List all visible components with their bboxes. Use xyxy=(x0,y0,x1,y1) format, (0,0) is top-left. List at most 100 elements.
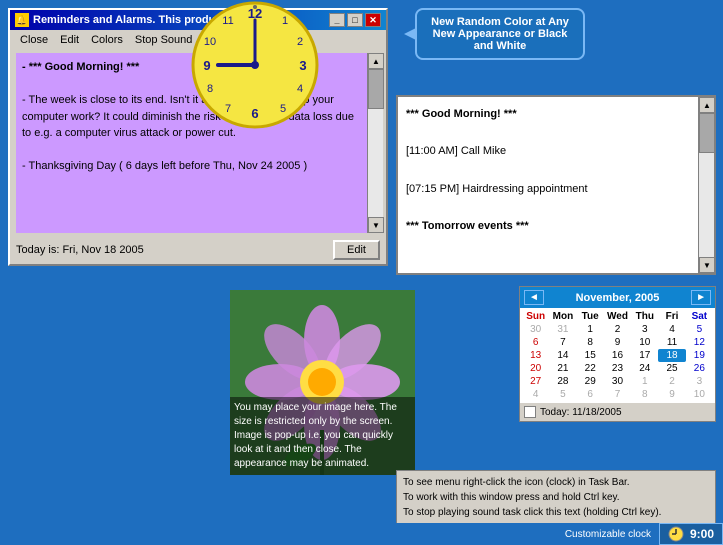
calendar: ◄ November, 2005 ► Sun Mon Tue Wed Thu F… xyxy=(519,286,716,422)
cal-day[interactable]: 21 xyxy=(549,362,576,375)
cal-day[interactable]: 5 xyxy=(686,323,713,336)
svg-text:1: 1 xyxy=(282,15,288,27)
cal-day[interactable]: 10 xyxy=(686,388,713,401)
tooltip-arrow xyxy=(404,28,416,40)
cal-day-headers: Sun Mon Tue Wed Thu Fri Sat xyxy=(522,310,713,323)
menu-colors[interactable]: Colors xyxy=(85,32,129,48)
cal-week-3: 13 14 15 16 17 18 19 xyxy=(522,349,713,362)
cal-header-fri: Fri xyxy=(658,310,685,323)
today-label: Today: 11/18/2005 xyxy=(540,407,622,418)
tray-clock-icon xyxy=(668,526,684,542)
cal-day[interactable]: 31 xyxy=(549,323,576,336)
svg-text:2: 2 xyxy=(297,36,303,48)
cal-day[interactable]: 24 xyxy=(631,362,658,375)
cal-day[interactable]: 6 xyxy=(522,336,549,349)
today-indicator xyxy=(524,406,536,418)
cal-day[interactable]: 7 xyxy=(604,388,631,401)
info-scroll-down[interactable]: ▼ xyxy=(699,257,715,273)
cal-header-wed: Wed xyxy=(604,310,631,323)
bottom-info-line3: To stop playing sound task click this te… xyxy=(403,505,709,520)
cal-day[interactable]: 26 xyxy=(686,362,713,375)
cal-day[interactable]: 30 xyxy=(604,375,631,388)
bottom-info[interactable]: To see menu right-click the icon (clock)… xyxy=(396,470,716,525)
info-line-7: *** Tomorrow events *** xyxy=(406,217,692,236)
scroll-up-arrow[interactable]: ▲ xyxy=(368,53,384,69)
scrollbar-thumb[interactable] xyxy=(368,69,384,109)
cal-day[interactable]: 3 xyxy=(686,375,713,388)
edit-button[interactable]: Edit xyxy=(333,240,380,260)
cal-day[interactable]: 14 xyxy=(549,349,576,362)
cal-day[interactable]: 25 xyxy=(658,362,685,375)
info-scrollbar-track xyxy=(699,113,714,257)
menu-stop-sound[interactable]: Stop Sound xyxy=(129,32,199,48)
calendar-header: ◄ November, 2005 ► xyxy=(520,287,715,308)
cal-day[interactable]: 5 xyxy=(549,388,576,401)
cal-day[interactable]: 20 xyxy=(522,362,549,375)
status-bar: Customizable clock 9:00 xyxy=(0,523,723,545)
info-line-3: [11:00 AM] Call Mike xyxy=(406,142,692,161)
cal-day[interactable]: 10 xyxy=(631,336,658,349)
cal-day[interactable]: 4 xyxy=(658,323,685,336)
cal-day[interactable]: 6 xyxy=(577,388,604,401)
calendar-grid: Sun Mon Tue Wed Thu Fri Sat 30 31 1 2 3 … xyxy=(520,308,715,403)
analog-clock: 12 3 6 9 1 2 4 5 7 8 10 11 xyxy=(190,0,320,130)
cal-day[interactable]: 11 xyxy=(658,336,685,349)
cal-day[interactable]: 1 xyxy=(577,323,604,336)
cal-day[interactable]: 23 xyxy=(604,362,631,375)
svg-text:4: 4 xyxy=(297,83,303,95)
cal-header-tue: Tue xyxy=(577,310,604,323)
svg-text:7: 7 xyxy=(225,103,231,115)
svg-text:8: 8 xyxy=(207,83,213,95)
cal-header-thu: Thu xyxy=(631,310,658,323)
flower-image[interactable]: You may place your image here. The size … xyxy=(230,290,415,475)
info-scroll-up[interactable]: ▲ xyxy=(699,97,715,113)
svg-text:11: 11 xyxy=(222,15,233,27)
info-line-9: [02:00 PM] Get the car from the dealersh… xyxy=(406,255,692,258)
cal-day[interactable]: 9 xyxy=(658,388,685,401)
cal-day[interactable]: 28 xyxy=(549,375,576,388)
app-icon: 🔔 xyxy=(15,13,29,27)
cal-day[interactable]: 7 xyxy=(549,336,576,349)
minimize-button[interactable]: _ xyxy=(329,13,345,27)
cal-week-4: 20 21 22 23 24 25 26 xyxy=(522,362,713,375)
cal-day[interactable]: 4 xyxy=(522,388,549,401)
cal-day[interactable]: 9 xyxy=(604,336,631,349)
clock-svg: 12 3 6 9 1 2 4 5 7 8 10 11 xyxy=(190,0,320,130)
menu-edit[interactable]: Edit xyxy=(54,32,85,48)
cal-day[interactable]: 27 xyxy=(522,375,549,388)
menu-close[interactable]: Close xyxy=(14,32,54,48)
scroll-down-arrow[interactable]: ▼ xyxy=(368,217,384,233)
maximize-button[interactable]: □ xyxy=(347,13,363,27)
cal-day[interactable]: 8 xyxy=(577,336,604,349)
cal-day[interactable]: 15 xyxy=(577,349,604,362)
cal-day[interactable]: 22 xyxy=(577,362,604,375)
cal-header-sat: Sat xyxy=(686,310,713,323)
svg-text:10: 10 xyxy=(204,36,216,48)
cal-day[interactable]: 16 xyxy=(604,349,631,362)
reminder-scrollbar[interactable]: ▲ ▼ xyxy=(367,53,383,233)
cal-day[interactable]: 1 xyxy=(631,375,658,388)
cal-day[interactable]: 30 xyxy=(522,323,549,336)
cal-day-today[interactable]: 18 xyxy=(658,349,685,362)
info-panel: *** Good Morning! *** [11:00 AM] Call Mi… xyxy=(396,95,716,275)
cal-day[interactable]: 2 xyxy=(604,323,631,336)
cal-prev-button[interactable]: ◄ xyxy=(524,290,544,305)
cal-day[interactable]: 2 xyxy=(658,375,685,388)
cal-day[interactable]: 19 xyxy=(686,349,713,362)
svg-text:3: 3 xyxy=(299,58,306,73)
cal-day[interactable]: 29 xyxy=(577,375,604,388)
close-button[interactable]: ✕ xyxy=(365,13,381,27)
system-time: 9:00 xyxy=(690,527,714,541)
info-scrollbar[interactable]: ▲ ▼ xyxy=(698,97,714,273)
cal-day[interactable]: 12 xyxy=(686,336,713,349)
cal-day[interactable]: 8 xyxy=(631,388,658,401)
cal-next-button[interactable]: ► xyxy=(691,290,711,305)
titlebar-buttons: _ □ ✕ xyxy=(329,13,381,27)
cal-day[interactable]: 17 xyxy=(631,349,658,362)
reminder-footer: Today is: Fri, Nov 18 2005 Edit xyxy=(10,236,386,264)
info-line-5: [07:15 PM] Hairdressing appointment xyxy=(406,180,692,199)
info-scrollbar-thumb[interactable] xyxy=(699,113,715,153)
cal-day[interactable]: 3 xyxy=(631,323,658,336)
cal-day[interactable]: 13 xyxy=(522,349,549,362)
reminder-line-3: - Thanksgiving Day ( 6 days left before … xyxy=(22,158,360,175)
